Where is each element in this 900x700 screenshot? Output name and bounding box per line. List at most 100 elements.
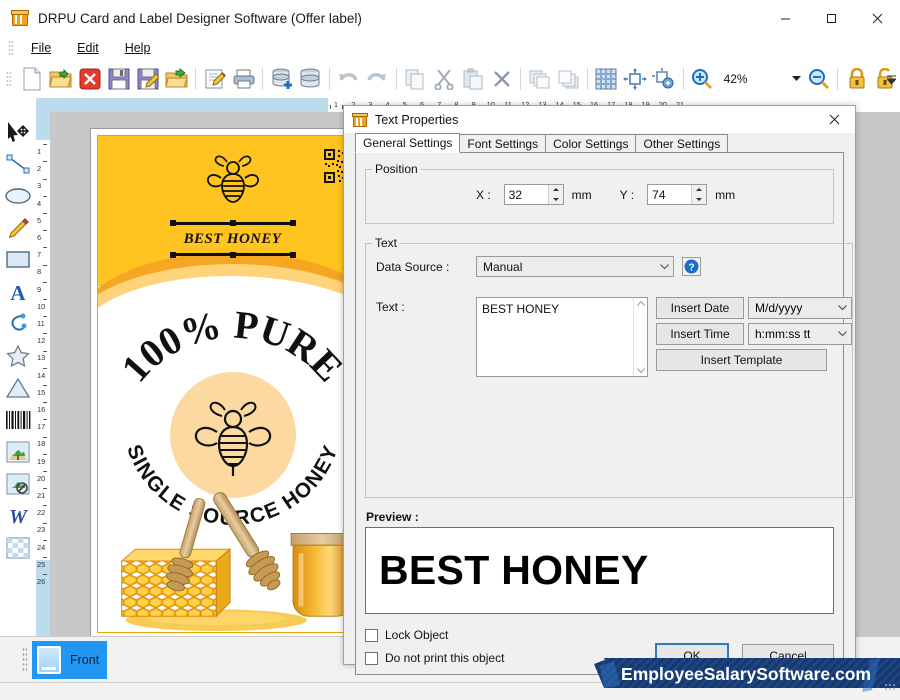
text-input-value[interactable]: BEST HONEY — [477, 298, 633, 376]
maximize-button[interactable] — [808, 0, 854, 36]
x-spinner[interactable] — [503, 184, 564, 205]
x-spin-up[interactable] — [549, 185, 563, 195]
text-input-area[interactable]: BEST HONEY — [476, 297, 648, 377]
rectangle-tool-icon[interactable] — [3, 244, 33, 275]
ruler-tick-label: 25 — [37, 559, 46, 569]
zoom-level-combo[interactable]: 42% — [716, 69, 789, 89]
y-input[interactable] — [648, 186, 691, 203]
grid-icon[interactable] — [593, 64, 620, 94]
tab-other-settings[interactable]: Other Settings — [635, 134, 729, 153]
select-tool-icon[interactable] — [3, 116, 33, 147]
curve-tool-icon[interactable] — [3, 308, 33, 339]
insert-time-button[interactable]: Insert Time — [656, 323, 744, 345]
page-tab-front[interactable]: Front — [32, 640, 107, 679]
toolbar-grip — [6, 71, 12, 87]
x-input[interactable] — [504, 186, 547, 203]
x-spin-down[interactable] — [549, 195, 563, 205]
cut-icon[interactable] — [431, 64, 458, 94]
close-window-button[interactable] — [854, 0, 900, 36]
word-art-tool-icon[interactable]: W — [3, 500, 33, 531]
zoom-out-icon[interactable] — [805, 64, 832, 94]
minimize-button[interactable] — [762, 0, 808, 36]
ruler-tick — [43, 281, 47, 283]
label-page[interactable]: BEST HONEY 100% PURE SINGLE O RCE HONEY — [90, 128, 375, 636]
menu-file[interactable]: File — [18, 38, 64, 58]
tab-general-settings[interactable]: General Settings — [355, 133, 461, 153]
image-tool-icon[interactable] — [3, 436, 33, 467]
y-spin-buttons[interactable] — [691, 185, 707, 205]
copy-icon[interactable] — [402, 64, 429, 94]
x-spin-buttons[interactable] — [547, 185, 563, 205]
barcode-tool-icon[interactable] — [3, 404, 33, 435]
date-format-combo[interactable]: M/d/yyyy — [748, 297, 852, 319]
menu-help[interactable]: Help — [112, 38, 164, 58]
insert-date-button[interactable]: Insert Date — [656, 297, 744, 319]
undo-icon[interactable] — [335, 64, 362, 94]
tab-color-settings[interactable]: Color Settings — [545, 134, 637, 153]
object-settings-icon[interactable] — [651, 64, 678, 94]
text-properties-dialog: Text Properties General Settings Font Se… — [343, 105, 856, 675]
dialog-close-button[interactable] — [813, 106, 855, 133]
lock-object-checkbox[interactable] — [365, 628, 378, 642]
ruler-tick-label: 14 — [37, 370, 46, 380]
handle-bottom-right[interactable] — [289, 252, 296, 258]
ruler-tick — [43, 436, 47, 438]
new-document-icon[interactable] — [19, 64, 46, 94]
data-source-combo[interactable]: Manual — [476, 256, 674, 277]
ruler-tick — [43, 574, 47, 576]
ruler-tick-label: 13 — [37, 353, 46, 363]
align-object-icon[interactable] — [622, 64, 649, 94]
handle-top-left[interactable] — [169, 220, 176, 226]
y-spinner[interactable] — [647, 184, 708, 205]
open-recent-icon[interactable] — [163, 64, 190, 94]
zoom-level-value: 42% — [723, 72, 748, 86]
toolbar-overflow-icon[interactable] — [884, 69, 898, 89]
save-as-icon[interactable] — [135, 64, 162, 94]
menu-edit[interactable]: Edit — [64, 38, 112, 58]
y-spin-down[interactable] — [692, 195, 706, 205]
ruler-tick-label: 4 — [37, 198, 42, 208]
tools-panel: A W — [0, 112, 36, 636]
y-spin-up[interactable] — [692, 185, 706, 195]
send-to-back-icon[interactable] — [555, 64, 582, 94]
scroll-down-icon — [636, 368, 645, 374]
ellipse-tool-icon[interactable] — [3, 180, 33, 211]
print-icon[interactable] — [230, 64, 257, 94]
text-tool-icon[interactable]: A — [3, 276, 33, 307]
open-document-icon[interactable] — [48, 64, 75, 94]
ruler-tick — [43, 488, 47, 490]
database-add-icon[interactable] — [268, 64, 295, 94]
zoom-dropdown-arrow-icon[interactable] — [788, 69, 804, 89]
lock-icon[interactable] — [843, 64, 870, 94]
text-area-scrollbar[interactable] — [633, 298, 647, 376]
toolbar-separator — [520, 68, 522, 90]
ruler-tick — [43, 402, 47, 404]
background-tool-icon[interactable] — [3, 532, 33, 563]
toolbar-separator — [262, 68, 264, 90]
handle-bottom-left[interactable] — [169, 252, 176, 258]
close-document-icon[interactable] — [77, 64, 104, 94]
bring-to-front-icon[interactable] — [526, 64, 553, 94]
delete-icon[interactable] — [488, 64, 515, 94]
do-not-print-checkbox[interactable] — [365, 651, 378, 665]
star-tool-icon[interactable] — [3, 340, 33, 371]
zoom-in-icon[interactable] — [689, 64, 716, 94]
time-format-combo[interactable]: h:mm:ss tt — [748, 323, 852, 345]
watermark-tool-icon[interactable] — [3, 468, 33, 499]
save-icon[interactable] — [106, 64, 133, 94]
paste-icon[interactable] — [459, 64, 486, 94]
tab-font-settings[interactable]: Font Settings — [459, 134, 547, 153]
redo-icon[interactable] — [364, 64, 391, 94]
pencil-tool-icon[interactable] — [3, 212, 33, 243]
edit-icon[interactable] — [201, 64, 228, 94]
triangle-tool-icon[interactable] — [3, 372, 33, 403]
line-tool-icon[interactable] — [3, 148, 33, 179]
do-not-print-row[interactable]: Do not print this object — [365, 651, 504, 665]
handle-bottom-center[interactable] — [229, 252, 236, 258]
database-icon[interactable] — [297, 64, 324, 94]
handle-top-center[interactable] — [229, 220, 236, 226]
lock-object-row[interactable]: Lock Object — [365, 628, 504, 642]
insert-template-button[interactable]: Insert Template — [656, 349, 827, 371]
handle-top-right[interactable] — [289, 220, 296, 226]
help-icon[interactable]: ? — [682, 257, 701, 276]
